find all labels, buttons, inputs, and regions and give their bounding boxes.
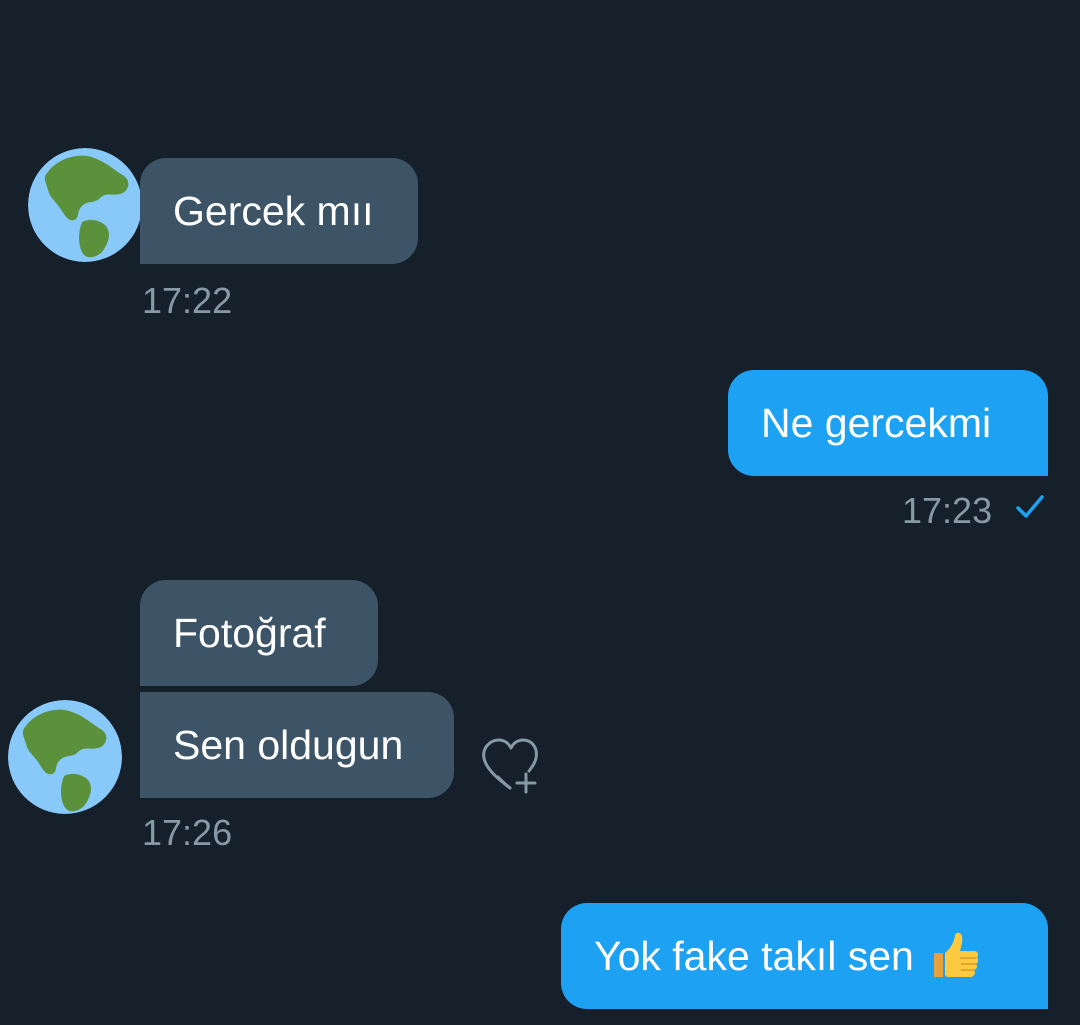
message-timestamp: 17:23 (902, 490, 993, 531)
message-timestamp: 17:26 (142, 812, 233, 853)
sender-avatar[interactable] (8, 700, 122, 814)
message-bubble[interactable]: Gercek mıı (140, 158, 418, 264)
message-text: Ne gercekmi (761, 399, 992, 446)
globe-americas-icon (28, 148, 142, 262)
message-bubble[interactable]: Yok fake takıl sen (561, 903, 1048, 1009)
globe-americas-icon (8, 700, 122, 814)
message-timestamp: 17:22 (142, 280, 233, 321)
heart-add-icon[interactable] (480, 738, 542, 794)
message-text: Yok fake takıl sen (594, 932, 914, 979)
message-bubble[interactable]: Fotoğraf (140, 580, 378, 686)
message-bubble[interactable]: Ne gercekmi (728, 370, 1048, 476)
thumbs-up-emoji (933, 932, 978, 977)
sender-avatar[interactable] (28, 148, 142, 262)
message-text: Sen oldugun (173, 721, 404, 768)
message-bubble[interactable]: Sen oldugun (140, 692, 454, 798)
message-text: Fotoğraf (173, 609, 326, 656)
message-text: Gercek mıı (173, 187, 374, 234)
check-icon (1016, 495, 1044, 518)
